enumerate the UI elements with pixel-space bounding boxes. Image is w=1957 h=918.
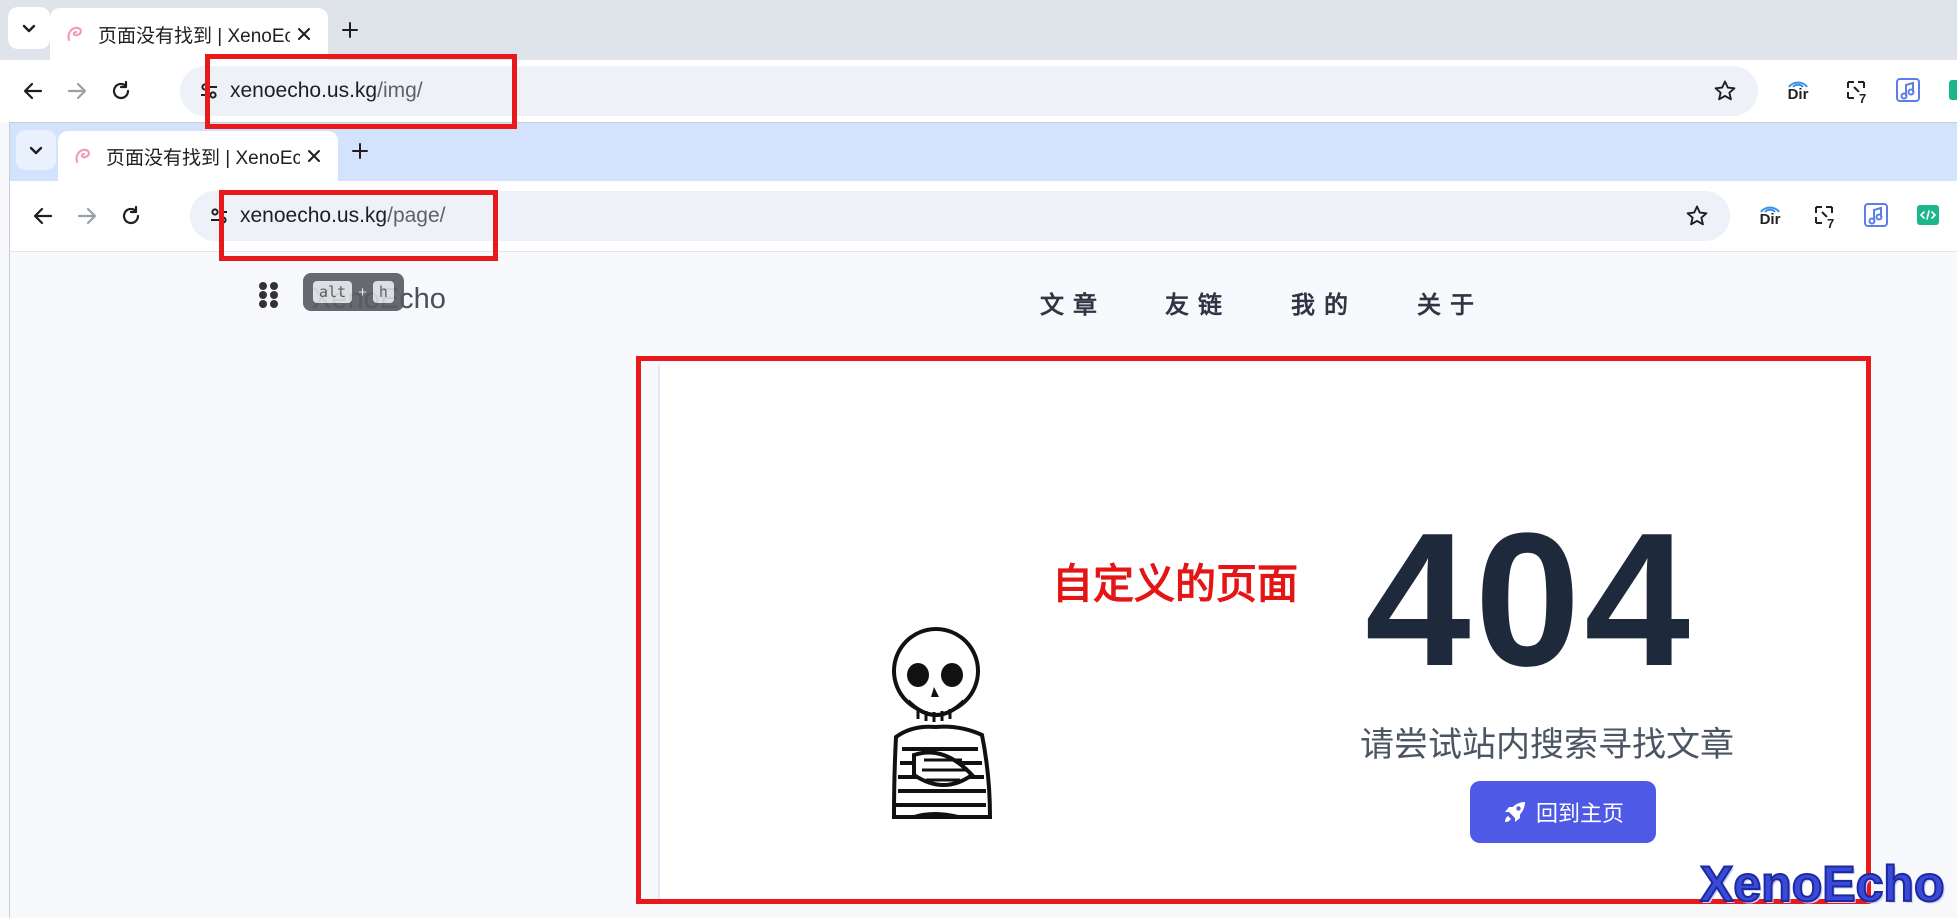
close-icon[interactable]	[290, 20, 318, 48]
close-icon[interactable]	[300, 142, 328, 170]
inner-tab-strip: 页面没有找到 | XenoEcho	[10, 123, 1957, 181]
outer-active-tab[interactable]: 页面没有找到 | XenoEcho	[50, 8, 328, 60]
reload-button[interactable]	[100, 70, 142, 112]
forward-button[interactable]	[56, 70, 98, 112]
ext-music-button[interactable]	[1888, 70, 1928, 110]
plus-icon	[342, 22, 358, 38]
kbd-plus: +	[358, 283, 367, 301]
annotation-box-inner-url	[219, 190, 498, 261]
code-icon	[1917, 205, 1939, 225]
inner-new-tab-button[interactable]	[340, 131, 380, 171]
ext-code-button[interactable]	[1940, 70, 1957, 110]
nav-item-links[interactable]: 友链	[1165, 285, 1231, 320]
chevron-down-icon	[22, 24, 36, 33]
inner-active-tab[interactable]: 页面没有找到 | XenoEcho	[58, 131, 338, 181]
ext-badge: 7	[1856, 92, 1870, 106]
kbd-key-h: h	[372, 281, 394, 303]
music-note-icon	[1896, 78, 1920, 102]
menu-grid-icon[interactable]	[258, 281, 280, 309]
shortcut-hint-tooltip: alt + h	[303, 273, 404, 311]
back-button[interactable]	[12, 70, 54, 112]
arrow-left-icon	[23, 82, 43, 100]
arrow-right-icon	[77, 207, 97, 225]
ext-screenshot-button[interactable]: 7	[1836, 70, 1876, 110]
inner-forward-button[interactable]	[66, 195, 108, 237]
nav-item-about[interactable]: 关于	[1417, 285, 1483, 320]
tab-search-button[interactable]	[8, 7, 50, 49]
ext-dir-label: Dir	[1759, 211, 1781, 228]
tab-title: 页面没有找到 | XenoEcho	[98, 25, 290, 47]
ext-dir-button[interactable]: Dir	[1778, 70, 1818, 110]
bookmark-star-icon[interactable]	[1710, 76, 1740, 106]
outer-tab-strip: 页面没有找到 | XenoEcho	[0, 0, 1957, 60]
reload-icon	[112, 80, 130, 100]
inner-ext-screenshot-button[interactable]: 7	[1804, 195, 1844, 235]
ext-badge: 7	[1824, 217, 1838, 231]
inner-ext-music-button[interactable]	[1856, 195, 1896, 235]
inner-tab-search-button[interactable]	[16, 130, 56, 170]
inner-ext-code-button[interactable]	[1908, 195, 1948, 235]
inner-ext-dir-button[interactable]: Dir	[1750, 195, 1790, 235]
music-note-icon	[1864, 203, 1888, 227]
tab-title: 页面没有找到 | XenoEcho	[106, 147, 300, 169]
arrow-left-icon	[33, 207, 53, 225]
inner-back-button[interactable]	[22, 195, 64, 237]
plus-icon	[352, 143, 368, 159]
annotation-box-error-page	[636, 356, 1871, 904]
inner-reload-button[interactable]	[110, 195, 152, 237]
new-tab-button[interactable]	[330, 10, 370, 50]
chevron-down-icon	[29, 146, 43, 155]
site-favicon-icon	[72, 145, 94, 167]
nav-item-articles[interactable]: 文章	[1040, 285, 1106, 320]
ext-dir-label: Dir	[1787, 86, 1809, 103]
nav-item-mine[interactable]: 我的	[1291, 285, 1357, 320]
code-icon	[1949, 80, 1957, 100]
annotation-box-outer-url	[205, 54, 517, 129]
bookmark-star-icon[interactable]	[1682, 201, 1712, 231]
arrow-right-icon	[67, 82, 87, 100]
watermark-text: XenoEcho	[1699, 855, 1945, 913]
kbd-key-alt: alt	[313, 281, 353, 303]
reload-icon	[122, 205, 140, 225]
site-favicon-icon	[64, 23, 86, 45]
